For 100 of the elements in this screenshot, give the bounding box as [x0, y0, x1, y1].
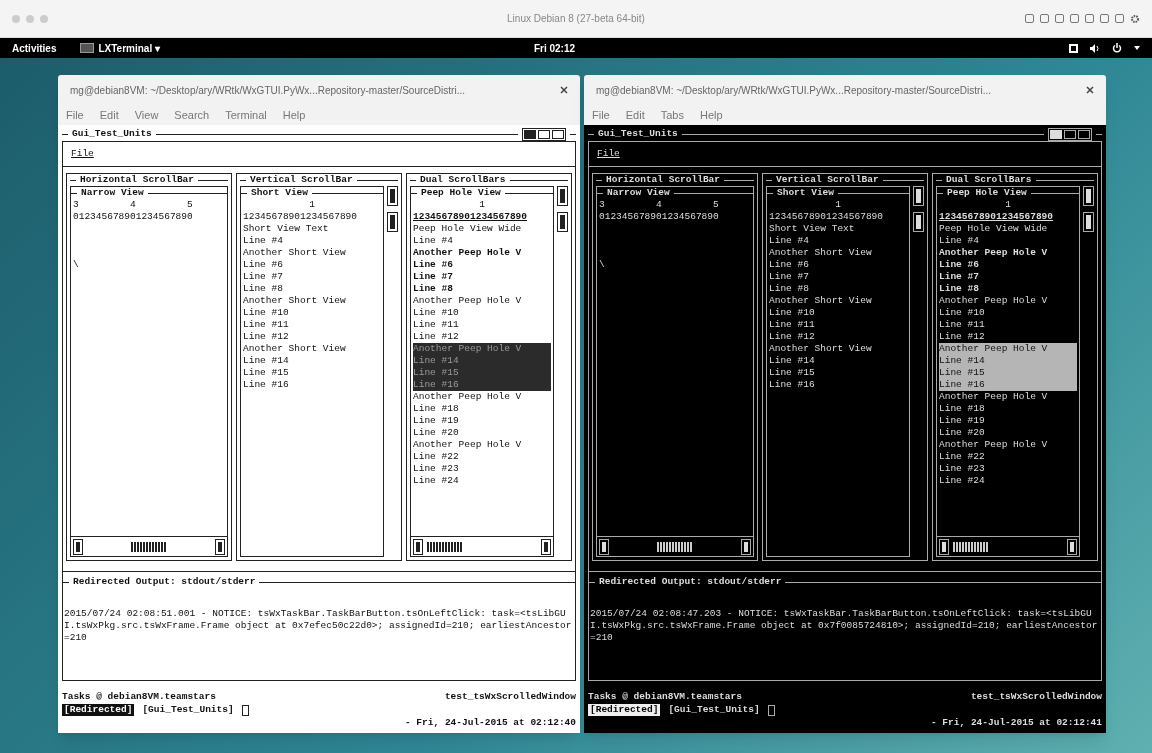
task-button[interactable]: [Gui_Test_Units] — [666, 704, 762, 716]
text-line: Line #10 — [939, 307, 986, 319]
window-controls[interactable] — [522, 127, 566, 141]
scroll-right-button[interactable] — [741, 538, 751, 555]
menu-item[interactable]: File — [592, 106, 610, 124]
power-icon[interactable] — [1112, 43, 1122, 53]
minimize-icon[interactable] — [524, 129, 536, 139]
scroll-down-button[interactable] — [913, 212, 924, 232]
scroll-up-button[interactable] — [913, 186, 924, 206]
app-title: Gui_Test_Units — [72, 126, 152, 141]
view-title: Peep Hole View — [421, 187, 501, 200]
menu-item[interactable]: View — [134, 106, 159, 124]
activities-button[interactable]: Activities — [12, 40, 57, 56]
date-time: - Fri, 24-Jul-2015 at 02:12:40 — [404, 717, 576, 729]
scroll-left-button[interactable] — [413, 538, 423, 555]
vertical-scrollbar[interactable] — [557, 186, 568, 232]
text-line: 3 4 5 — [73, 199, 194, 211]
maximize-icon[interactable] — [538, 129, 550, 139]
window-controls[interactable] — [1048, 127, 1092, 141]
text-line: Line #4 — [939, 235, 980, 247]
text-line: Another Peep Hole V — [413, 439, 523, 451]
scrollbar-thumb[interactable] — [427, 541, 463, 552]
text-line: Another Peep Hole V — [939, 391, 1049, 403]
text-line: Peep Hole View Wide — [413, 223, 523, 235]
text-line: 3 4 5 — [599, 199, 720, 211]
task-button[interactable]: [Redirected] — [62, 704, 135, 716]
menu-item[interactable]: Edit — [625, 106, 645, 124]
panel-title: Vertical ScrollBar — [250, 172, 353, 187]
menu-item[interactable]: Help — [699, 106, 723, 124]
vertical-scrollbar[interactable] — [387, 186, 398, 232]
close-icon[interactable] — [552, 129, 564, 139]
scrollbar-thumb[interactable] — [131, 541, 167, 552]
app-menu-item[interactable]: File — [71, 146, 94, 162]
menu-item[interactable]: Search — [174, 106, 210, 124]
text-line: Line #6 — [243, 259, 284, 271]
horizontal-scrollbar[interactable] — [937, 536, 1079, 556]
scroll-left-button[interactable] — [599, 538, 609, 555]
vertical-scrollbar[interactable] — [913, 186, 924, 232]
scrollbar-thumb[interactable] — [953, 541, 989, 552]
text-line: Line #14 — [243, 355, 290, 367]
horizontal-scrollbar[interactable] — [71, 536, 227, 556]
text-line: Line #7 — [243, 271, 284, 283]
text-line: Another Short View — [769, 343, 873, 355]
screen-icon[interactable] — [1069, 43, 1078, 53]
scroll-right-button[interactable] — [541, 538, 551, 555]
menu-item[interactable]: Edit — [99, 106, 119, 124]
horizontal-scrollbar[interactable] — [411, 536, 553, 556]
clock[interactable]: Fri 02:12 — [533, 40, 576, 56]
scroll-down-button[interactable] — [1083, 212, 1094, 232]
text-line: Line #6 — [939, 259, 980, 271]
text-line: Line #10 — [243, 307, 290, 319]
app-menu-item[interactable]: File — [597, 146, 620, 162]
text-line: 12345678901234567890 — [413, 211, 529, 223]
vertical-scrollbar[interactable] — [1083, 186, 1094, 232]
scroll-up-button[interactable] — [1083, 186, 1094, 206]
text-line: Line #24 — [939, 475, 986, 487]
menu-item[interactable]: Terminal — [225, 106, 267, 124]
ruler-mark: 1 — [479, 199, 485, 211]
caret-icon[interactable] — [1134, 46, 1140, 50]
scroll-right-button[interactable] — [1067, 538, 1077, 555]
close-icon[interactable] — [1086, 86, 1094, 94]
host-window-title: Linux Debian 8 (27-beta 64-bit) — [506, 12, 646, 26]
log-message: 2015/07/24 02:08:47.203 - NOTICE: tsWxTaskBar.TaskBarButton.tsOnLeftClick: task=<tsLibGUI.tsWxPkg.src.tsWxFrame.Frame object at 0x7f0085724810>; assignedId=210; earliestAncestor=210 — [589, 608, 1099, 644]
text-line: Another Short View — [243, 295, 347, 307]
close-icon[interactable] — [560, 86, 568, 94]
scroll-down-button[interactable] — [387, 212, 398, 232]
text-cursor — [241, 704, 249, 716]
text-line: Line #23 — [939, 463, 986, 475]
scroll-up-button[interactable] — [557, 186, 568, 206]
menu-item[interactable]: Help — [282, 106, 306, 124]
scrollbar-thumb[interactable] — [657, 541, 693, 552]
text-line: 12345678901234567890 — [243, 211, 359, 223]
task-button[interactable]: [Gui_Test_Units] — [140, 704, 236, 716]
scroll-left-button[interactable] — [939, 538, 949, 555]
scroll-up-button[interactable] — [387, 186, 398, 206]
close-icon[interactable] — [1078, 129, 1090, 139]
app-title: Gui_Test_Units — [598, 126, 678, 141]
text-line: Line #16 — [243, 379, 290, 391]
text-line: 012345678901234567890 — [599, 211, 720, 223]
gear-icon[interactable] — [1130, 13, 1140, 24]
panel-title: Dual ScrollBars — [420, 172, 506, 187]
app-menu-button[interactable]: LXTerminal ▾ — [98, 40, 160, 56]
minimize-icon[interactable] — [1050, 129, 1062, 139]
maximize-icon[interactable] — [1064, 129, 1076, 139]
menu-item[interactable]: File — [66, 106, 84, 124]
window-title: mg@debian8VM: ~/Desktop/ary/WRtk/WxGTUI.PyWx...Repository-master/SourceDistri... — [596, 83, 992, 98]
scroll-right-button[interactable] — [215, 538, 225, 555]
volume-icon[interactable] — [1090, 43, 1100, 53]
text-line: Line #6 — [769, 259, 810, 271]
task-button[interactable]: [Redirected] — [588, 704, 661, 716]
scroll-down-button[interactable] — [557, 212, 568, 232]
scroll-left-button[interactable] — [73, 538, 83, 555]
ruler-mark: 1 — [309, 199, 315, 211]
menu-item[interactable]: Tabs — [660, 106, 684, 124]
text-line: Another Peep Hole V — [413, 295, 523, 307]
horizontal-scrollbar[interactable] — [597, 536, 753, 556]
text-line: Line #12 — [413, 331, 460, 343]
text-line: Line #19 — [939, 415, 986, 427]
text-line: Line #15 — [243, 367, 290, 379]
text-line: Line #4 — [413, 235, 454, 247]
